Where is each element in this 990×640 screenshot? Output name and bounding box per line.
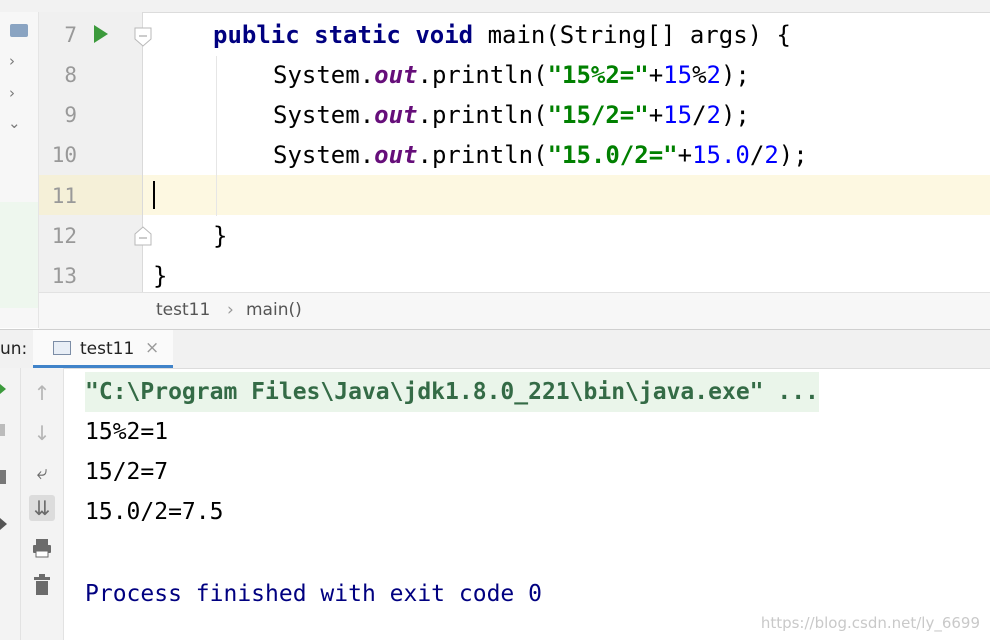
run-arrow-icon[interactable] [93, 24, 109, 44]
console-output-line: 15/2=7 [85, 459, 169, 485]
fold-end-icon[interactable] [134, 226, 152, 246]
field: out [374, 101, 418, 129]
code-text: ); [778, 141, 808, 169]
breadcrumb-method[interactable]: main() [246, 300, 302, 320]
number-literal: 15.0 [692, 141, 750, 169]
close-icon[interactable]: × [145, 338, 159, 358]
console-command-line: "C:\Program Files\Java\jdk1.8.0_221\bin\… [85, 372, 819, 412]
breadcrumb-class[interactable]: test11 [156, 300, 210, 320]
number-literal: 15 [663, 101, 693, 129]
number-literal: 2 [706, 101, 721, 129]
keyword: public [213, 21, 300, 49]
code-text: + [648, 61, 664, 89]
soft-wrap-icon[interactable]: ⤶ [29, 459, 55, 485]
run-label: un: [0, 339, 28, 359]
code-text: % [692, 61, 707, 89]
down-arrow-icon[interactable]: ↓ [29, 420, 55, 446]
line-number: 10 [51, 143, 77, 167]
scroll-to-end-icon[interactable]: ⇊ [29, 495, 55, 521]
number-literal: 2 [764, 141, 779, 169]
line-number: 13 [51, 264, 77, 288]
code-text: System. [273, 101, 375, 129]
chevron-down-icon[interactable]: ⌄ [8, 114, 21, 132]
line-number: 8 [64, 63, 77, 87]
chevron-right-icon[interactable]: › [9, 84, 15, 102]
code-text: main(String[] args) { [487, 21, 791, 49]
field: out [374, 61, 418, 89]
watermark: https://blog.csdn.net/ly_6699 [760, 614, 980, 632]
console-output-line: 15%2=1 [85, 419, 169, 445]
chevron-right-icon[interactable]: › [9, 52, 15, 70]
run-left-strip [0, 368, 21, 640]
string-literal: "15.0/2=" [547, 141, 678, 169]
project-panel-highlight [0, 202, 38, 308]
print-icon[interactable] [31, 537, 53, 559]
stop-icon[interactable] [0, 424, 5, 436]
line-number: 9 [64, 103, 77, 127]
pin-icon[interactable] [0, 518, 7, 530]
code-line-9[interactable]: System.out.println("15/2="+15/2); [273, 95, 750, 135]
up-arrow-icon[interactable]: ↑ [29, 380, 55, 406]
breadcrumb-separator: › [227, 300, 234, 320]
folder-icon[interactable] [10, 24, 28, 37]
layout-icon[interactable] [0, 470, 6, 484]
code-text: / [692, 101, 707, 129]
project-panel-strip: › › ⌄ [0, 12, 39, 328]
breadcrumb: test11 › main() [39, 292, 990, 329]
gutter-divider [142, 12, 143, 292]
code-text: ); [720, 101, 750, 129]
code-text: / [749, 141, 765, 169]
trash-icon[interactable] [32, 574, 52, 596]
string-literal: "15/2=" [547, 101, 649, 129]
rerun-icon[interactable] [0, 384, 6, 394]
text-caret [153, 181, 155, 209]
line-number: 11 [51, 184, 77, 208]
code-line-13[interactable]: } [153, 256, 167, 296]
line-number: 7 [64, 23, 77, 47]
field: out [374, 141, 418, 169]
fold-icon[interactable] [134, 27, 152, 47]
code-text: ); [720, 61, 750, 89]
tab-test11[interactable]: test11 × [33, 330, 173, 368]
keyword: static [314, 21, 401, 49]
code-line-8[interactable]: System.out.println("15%2="+15%2); [273, 55, 750, 95]
current-line-highlight [39, 175, 990, 215]
line-number: 12 [51, 224, 77, 248]
console-output-line: 15.0/2=7.5 [85, 499, 224, 525]
console-exit-message: Process finished with exit code 0 [85, 581, 542, 607]
code-line-10[interactable]: System.out.println("15.0/2="+15.0/2); [273, 135, 808, 175]
console-icon [53, 341, 71, 355]
code-text: .println( [417, 101, 548, 129]
number-literal: 2 [706, 61, 721, 89]
number-literal: 15 [663, 61, 693, 89]
code-text: .println( [417, 61, 548, 89]
keyword: void [415, 21, 474, 49]
code-text: .println( [417, 141, 548, 169]
run-tool-header: un: test11 × [0, 329, 990, 369]
string-literal: "15%2=" [547, 61, 649, 89]
code-text: System. [273, 141, 375, 169]
code-text: System. [273, 61, 375, 89]
code-line-12[interactable]: } [213, 216, 227, 256]
editor-tab-strip [0, 0, 990, 13]
indent-guide [216, 56, 217, 216]
tab-label: test11 [80, 339, 135, 359]
code-line-7[interactable]: public static void main(String[] args) { [213, 15, 791, 55]
code-text: + [677, 141, 693, 169]
code-text: + [648, 101, 664, 129]
